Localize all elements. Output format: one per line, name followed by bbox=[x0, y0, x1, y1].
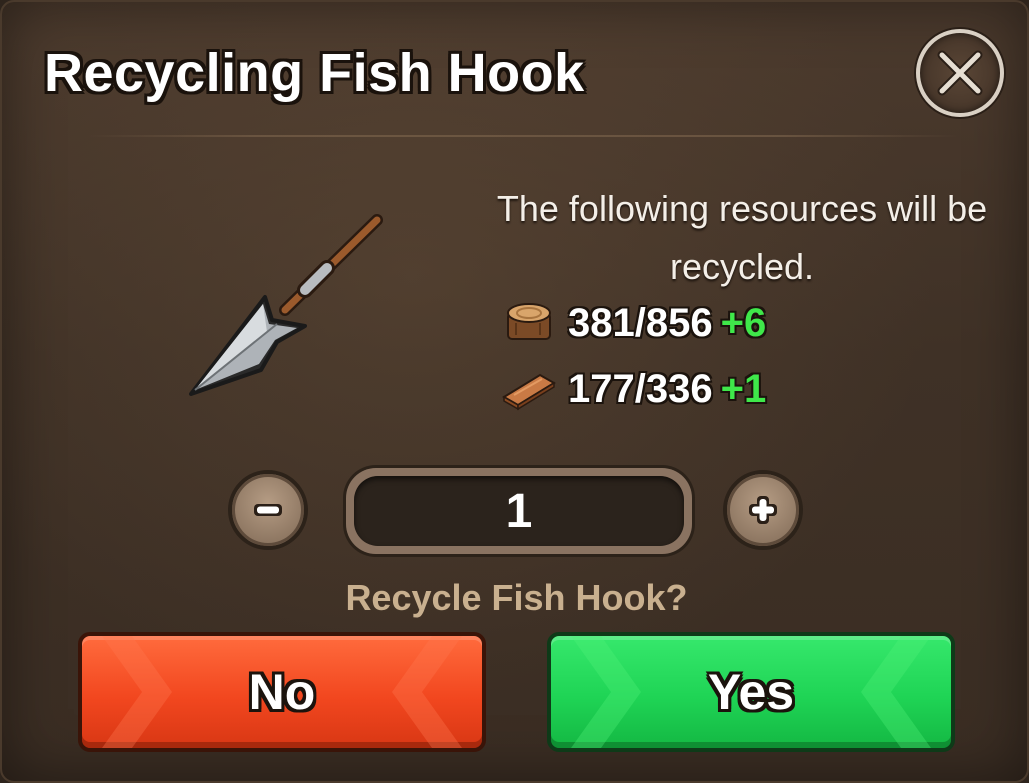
recycle-description: The following resources will be recycled… bbox=[496, 188, 988, 287]
wood-gain: +6 bbox=[720, 300, 767, 345]
plank-gain: +1 bbox=[720, 366, 767, 411]
close-button[interactable] bbox=[916, 29, 1004, 117]
title-divider bbox=[87, 135, 957, 137]
no-button-label: No bbox=[248, 664, 316, 720]
increase-quantity-button[interactable] bbox=[723, 470, 803, 550]
resource-row-plank: 177/336 +1 bbox=[502, 364, 766, 414]
no-button[interactable]: No bbox=[78, 632, 486, 752]
recycle-dialog: Recycling Fish Hook The following resour… bbox=[0, 0, 1029, 783]
minus-icon bbox=[254, 504, 282, 516]
decrease-quantity-button[interactable] bbox=[228, 470, 308, 550]
dialog-title: Recycling Fish Hook bbox=[44, 43, 585, 103]
yes-button-label: Yes bbox=[707, 664, 795, 720]
fish-hook-icon bbox=[189, 214, 383, 396]
quantity-value: 1 bbox=[354, 476, 684, 546]
yes-button[interactable]: Yes bbox=[547, 632, 955, 752]
resource-row-wood: 381/856 +6 bbox=[502, 298, 766, 348]
wood-amount: 381/856 bbox=[568, 300, 713, 345]
close-icon bbox=[937, 50, 983, 96]
wood-plank-icon bbox=[502, 373, 556, 411]
quantity-field[interactable]: 1 bbox=[346, 468, 692, 554]
plank-amount: 177/336 bbox=[568, 366, 713, 411]
confirm-question: Recycle Fish Hook? bbox=[345, 577, 688, 618]
wood-log-icon bbox=[507, 303, 551, 340]
plus-icon bbox=[749, 496, 777, 524]
